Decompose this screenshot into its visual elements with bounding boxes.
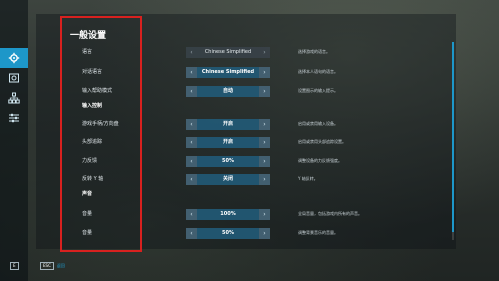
back-hint[interactable]: E [10,262,22,270]
back-key: E [10,262,19,270]
chevron-left-icon[interactable]: ‹ [186,85,197,97]
chevron-left-icon[interactable]: ‹ [186,227,197,239]
sidebar-item-general[interactable] [0,48,28,68]
chevron-right-icon[interactable]: › [259,66,270,78]
setting-value: 自动 [197,85,259,97]
chevron-right-icon[interactable]: › [259,155,270,167]
chevron-right-icon[interactable]: › [259,136,270,148]
setting-description: 启用或禁用头部追踪设置。 [298,139,346,144]
setting-description: 调整背景音乐的音量。 [298,230,338,235]
section-header: 声音 [82,191,93,197]
setting-value: 开启 [197,136,259,148]
setting-description: 选择游戏的语言。 [298,49,330,54]
setting-selector[interactable]: ‹ Chinese Simplified › [186,66,270,78]
chevron-left-icon[interactable]: ‹ [186,155,197,167]
chevron-right-icon[interactable]: › [259,227,270,239]
setting-value: 100% [197,208,259,220]
setting-description: 设置图示的输入提示。 [298,88,338,93]
setting-label: 反转 Y 轴 [82,176,104,182]
sidebar-item-controls[interactable] [0,68,28,88]
setting-selector[interactable]: ‹ 50% › [186,227,270,239]
gamepad-icon [9,73,19,83]
sidebar [0,0,28,281]
chevron-right-icon[interactable]: › [259,173,270,185]
setting-selector[interactable]: ‹ 50% › [186,155,270,167]
chevron-right-icon[interactable]: › [259,118,270,130]
setting-value: 开启 [197,118,259,130]
setting-description: 调整设备的力反馈强度。 [298,158,342,163]
setting-label: 音量 [82,211,93,217]
setting-description: 选择本人语句的语言。 [298,69,338,74]
setting-description: 启用或禁用输入设备。 [298,121,338,126]
setting-selector[interactable]: ‹ 关闭 › [186,173,270,185]
setting-description: 全局音量，包括游戏内所有的声音。 [298,211,362,216]
sidebar-item-network[interactable] [0,88,28,108]
setting-selector[interactable]: ‹ 100% › [186,208,270,220]
chevron-left-icon[interactable]: ‹ [186,66,197,78]
chevron-right-icon[interactable]: › [259,85,270,97]
esc-label: 返回 [56,263,65,268]
esc-key: ESC [40,262,54,270]
sliders-icon [9,113,19,123]
page-title: 一般设置 [70,31,107,41]
setting-value: 关闭 [197,173,259,185]
setting-selector[interactable]: ‹ 开启 › [186,136,270,148]
setting-selector[interactable]: ‹ Chinese Simplified › [186,46,270,58]
network-icon [8,92,20,104]
setting-value: Chinese Simplified [197,66,259,78]
section-header: 输入控制 [82,103,103,109]
setting-value: 50% [197,227,259,239]
setting-value: 50% [197,155,259,167]
gear-icon [8,52,20,64]
scrollbar-thumb[interactable] [452,42,454,232]
setting-selector[interactable]: ‹ 开启 › [186,118,270,130]
chevron-right-icon[interactable]: › [259,208,270,220]
scrollbar[interactable] [452,42,454,240]
chevron-left-icon[interactable]: ‹ [186,208,197,220]
chevron-left-icon[interactable]: ‹ [186,136,197,148]
sidebar-item-sliders[interactable] [0,108,28,128]
setting-label: 音量 [82,230,93,236]
setting-label: 输入帮助模式 [82,88,113,94]
setting-description: Y 轴反转。 [298,176,318,181]
chevron-left-icon[interactable]: ‹ [186,47,197,58]
chevron-right-icon[interactable]: › [259,47,270,58]
esc-hint[interactable]: ESC 返回 [40,262,65,270]
setting-value: Chinese Simplified [204,48,252,55]
setting-label: 游戏手柄/方向盘 [82,121,119,127]
setting-label: 力反馈 [82,158,98,164]
setting-label: 对话语言 [82,69,103,75]
chevron-left-icon[interactable]: ‹ [186,173,197,185]
chevron-left-icon[interactable]: ‹ [186,118,197,130]
setting-label: 语言 [82,49,93,55]
setting-label: 头部追踪 [82,139,103,145]
setting-selector[interactable]: ‹ 自动 › [186,85,270,97]
